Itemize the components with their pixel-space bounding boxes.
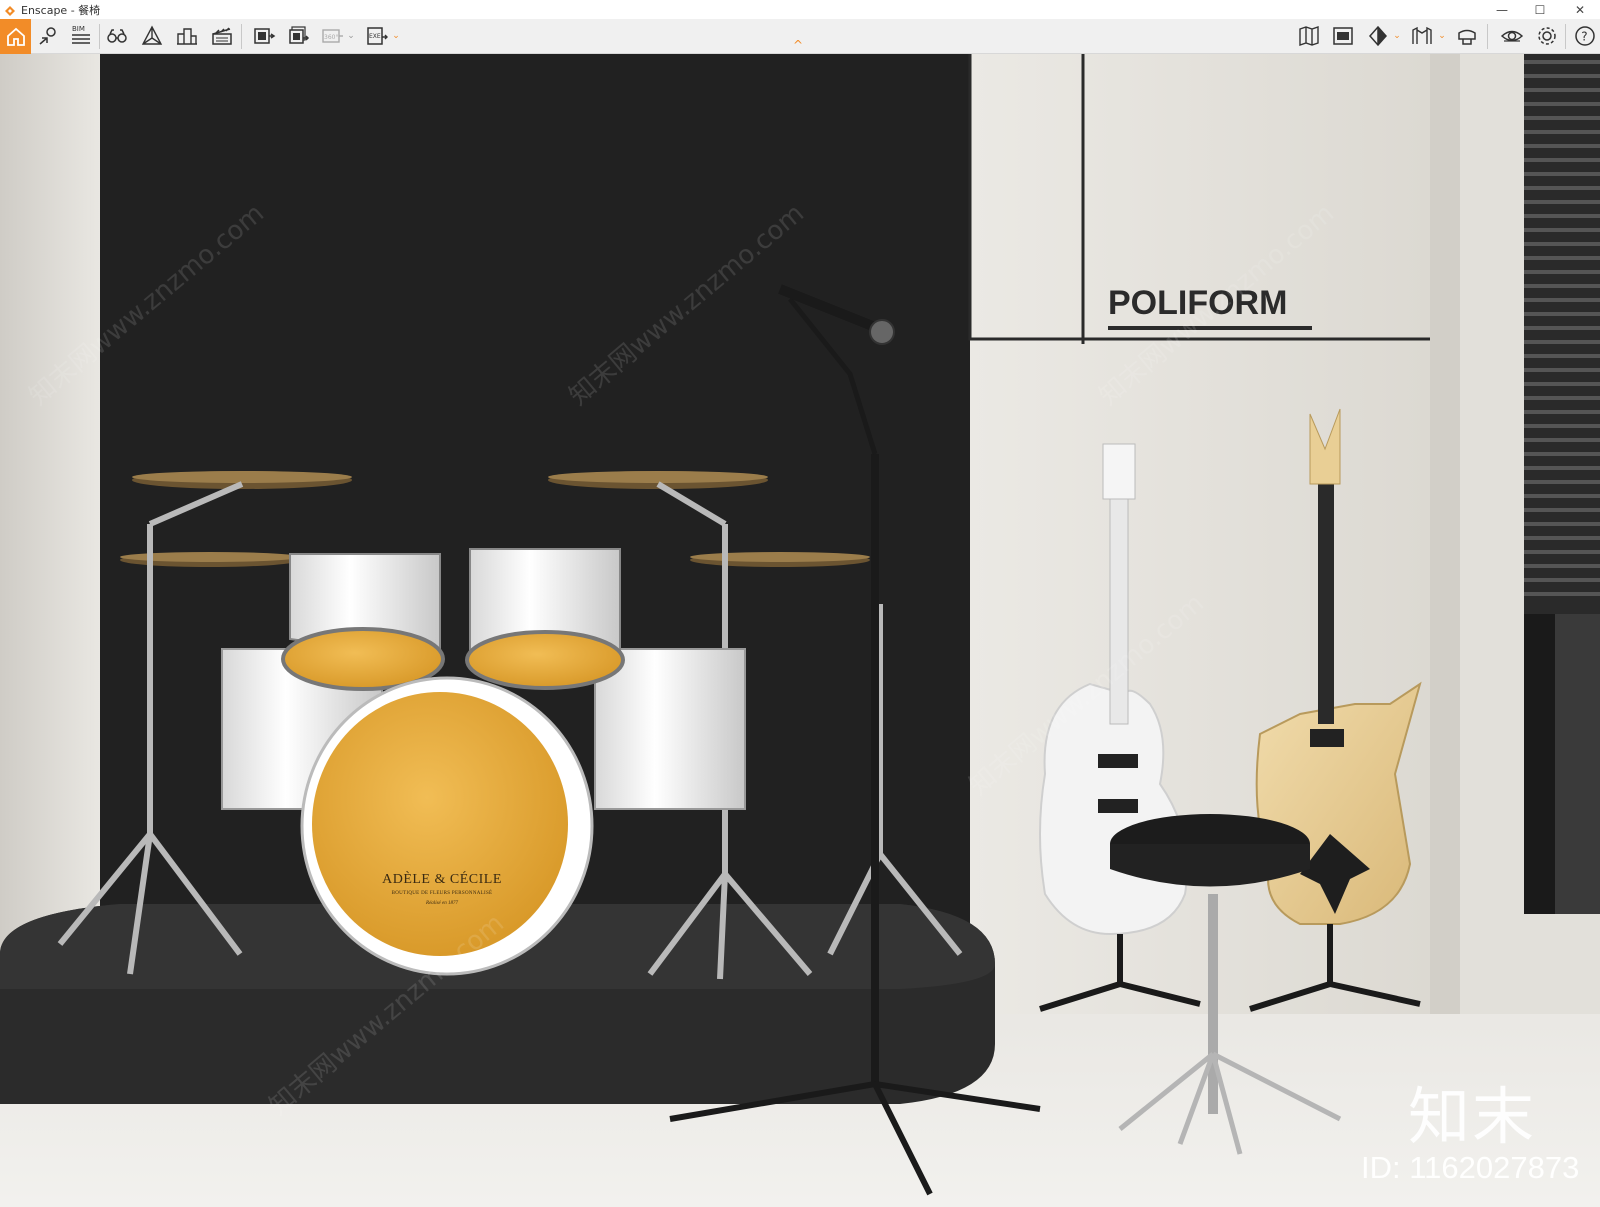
vr-button[interactable] bbox=[1452, 21, 1482, 51]
settings-button[interactable] bbox=[1532, 21, 1562, 51]
panorama-360-icon: 360° bbox=[322, 29, 343, 43]
collapse-toolbar-arrow[interactable]: ^ bbox=[793, 38, 803, 52]
enscape-app-icon bbox=[3, 3, 17, 17]
window-title: Enscape - 餐椅 bbox=[21, 3, 101, 17]
title-bar: Enscape - 餐椅 bbox=[0, 0, 1600, 19]
perspective-button[interactable] bbox=[137, 21, 167, 51]
map-icon bbox=[1299, 26, 1319, 46]
screenshot-export-icon bbox=[254, 28, 276, 44]
assets-icon bbox=[1412, 26, 1432, 44]
walk-mode-button[interactable] bbox=[102, 21, 132, 51]
clapperboard-icon bbox=[212, 27, 232, 45]
location-pin-icon bbox=[39, 27, 56, 45]
bim-info-button[interactable] bbox=[1328, 21, 1358, 51]
close-button[interactable]: ✕ bbox=[1560, 0, 1600, 19]
visual-settings-button[interactable] bbox=[1497, 21, 1527, 51]
render-viewport[interactable]: POLIFORM ADÈLE & CÉCILE BOUTIQUE DE FLEU… bbox=[0, 54, 1600, 1207]
export-dropdown[interactable]: ⌄ bbox=[391, 29, 401, 43]
exe-export-icon: EXE bbox=[367, 27, 388, 45]
panorama-button[interactable]: 360° bbox=[318, 21, 348, 51]
bim-button[interactable]: BIM bbox=[66, 21, 96, 51]
drum-logo-name: ADÈLE & CÉCILE bbox=[382, 872, 502, 887]
asset-dropdown[interactable]: ⌄ bbox=[1437, 29, 1447, 43]
help-button[interactable]: ? bbox=[1570, 21, 1600, 51]
maximize-button[interactable]: ☐ bbox=[1520, 0, 1560, 19]
batch-render-button[interactable] bbox=[284, 21, 314, 51]
visibility-icon bbox=[1500, 30, 1524, 42]
batch-export-icon bbox=[289, 26, 310, 44]
bass-drum-logo: ADÈLE & CÉCILE BOUTIQUE DE FLEURS PERSON… bbox=[358, 872, 526, 906]
svg-text:BIM: BIM bbox=[72, 25, 85, 33]
perspective-icon bbox=[141, 25, 163, 45]
watermark-logo: 知末 bbox=[1408, 1080, 1537, 1153]
bim-icon: BIM bbox=[72, 25, 90, 44]
asset-library-button[interactable] bbox=[1407, 21, 1437, 51]
sun-icon bbox=[1368, 25, 1388, 47]
svg-text:360°: 360° bbox=[324, 34, 338, 41]
watermark-id: ID: 1162027873 bbox=[1361, 1150, 1580, 1185]
render-image-button[interactable] bbox=[249, 21, 279, 51]
buildings-icon bbox=[177, 28, 197, 45]
export-exe-button[interactable]: EXE bbox=[362, 21, 392, 51]
view-icon bbox=[1333, 27, 1353, 45]
settings-icon bbox=[1538, 27, 1556, 45]
drum-logo-since: Réalisé en 1877 bbox=[426, 901, 458, 906]
home-button[interactable] bbox=[0, 19, 31, 54]
map-button[interactable] bbox=[1294, 21, 1324, 51]
buildings-button[interactable] bbox=[172, 21, 202, 51]
bass-drum bbox=[300, 676, 594, 976]
time-of-day-button[interactable] bbox=[1363, 21, 1393, 51]
home-icon bbox=[6, 27, 25, 46]
svg-text:EXE: EXE bbox=[369, 33, 381, 40]
help-icon: ? bbox=[1575, 26, 1595, 46]
binoculars-icon bbox=[107, 29, 127, 43]
view-management-button[interactable] bbox=[33, 21, 63, 51]
drum-logo-tagline: BOUTIQUE DE FLEURS PERSONNALISÉ bbox=[391, 891, 493, 896]
time-dropdown[interactable]: ⌄ bbox=[1392, 29, 1402, 43]
video-editor-button[interactable] bbox=[207, 21, 237, 51]
vr-headset-icon bbox=[1458, 29, 1476, 45]
minimize-button[interactable]: — bbox=[1482, 0, 1522, 19]
panorama-dropdown[interactable]: ⌄ bbox=[346, 29, 356, 43]
svg-text:?: ? bbox=[1581, 30, 1587, 44]
